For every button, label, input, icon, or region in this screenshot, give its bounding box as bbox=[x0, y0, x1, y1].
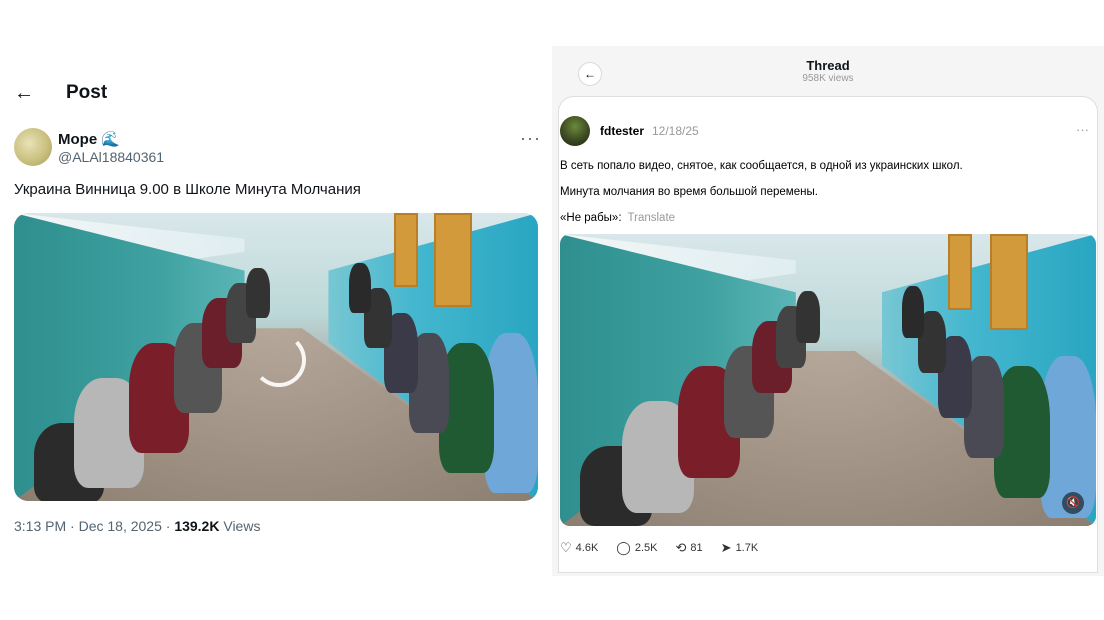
repost-icon: ⟲ bbox=[675, 540, 687, 555]
author-handle[interactable]: @ALAl18840361 bbox=[58, 149, 164, 165]
heart-icon: ♡ bbox=[560, 540, 572, 555]
post-video[interactable] bbox=[14, 213, 538, 501]
views-count: 139.2K bbox=[174, 518, 220, 534]
avatar[interactable] bbox=[14, 128, 52, 166]
avatar[interactable] bbox=[560, 116, 590, 146]
video-frame: 🔇 bbox=[560, 234, 1096, 526]
post-text-line-2: Минута молчания во время большой перемен… bbox=[560, 186, 818, 198]
x-post-panel: ← Post Море 🌊 @ALAl18840361 ··· Украина В… bbox=[0, 70, 548, 550]
post-meta: 3:13 PM · Dec 18, 2025 · 139.2K Views bbox=[14, 518, 260, 534]
speaker-muted-icon[interactable]: 🔇 bbox=[1062, 492, 1084, 514]
comment-button[interactable]: ◯ 2.5K bbox=[616, 540, 657, 556]
thread-title: Thread bbox=[806, 58, 850, 73]
post-time: 3:13 PM · Dec 18, 2025 · bbox=[14, 518, 175, 534]
author-name[interactable]: fdtester bbox=[600, 124, 644, 138]
author-name[interactable]: Море 🌊 bbox=[58, 130, 120, 148]
share-button[interactable]: ➤ 1.7K bbox=[721, 540, 759, 556]
wave-emoji-icon: 🌊 bbox=[101, 131, 120, 148]
comment-icon: ◯ bbox=[616, 540, 631, 555]
like-button[interactable]: ♡ 4.6K bbox=[560, 540, 598, 556]
comment-count: 2.5K bbox=[634, 542, 658, 554]
post-text-line-3: «Не рабы»: Translate bbox=[560, 212, 675, 224]
send-icon: ➤ bbox=[720, 540, 732, 555]
post-date[interactable]: 12/18/25 bbox=[652, 124, 699, 138]
views-label: Views bbox=[219, 518, 261, 534]
action-bar: ♡ 4.6K ◯ 2.5K ⟲ 81 ➤ 1.7K bbox=[560, 540, 758, 556]
share-count: 1.7K bbox=[735, 542, 759, 554]
post-video[interactable]: 🔇 bbox=[560, 234, 1096, 526]
more-icon[interactable]: ··· bbox=[520, 128, 541, 149]
repost-count: 81 bbox=[690, 542, 703, 554]
threads-panel: ← Thread 958K views fdtester 12/18/25 ··… bbox=[552, 46, 1104, 576]
more-icon[interactable]: ··· bbox=[1076, 122, 1089, 137]
translate-link[interactable]: Translate bbox=[628, 212, 676, 224]
loading-spinner-icon bbox=[252, 333, 306, 387]
page-title: Post bbox=[66, 82, 108, 103]
post-text-line-1: В сеть попало видео, снятое, как сообщае… bbox=[560, 160, 963, 172]
repost-button[interactable]: ⟲ 81 bbox=[676, 540, 703, 556]
like-count: 4.6K bbox=[575, 542, 599, 554]
quote-text: «Не рабы»: bbox=[560, 212, 622, 224]
post-text: Украина Винница 9.00 в Школе Минута Молч… bbox=[14, 181, 361, 198]
thread-views: 958K views bbox=[802, 73, 854, 84]
video-frame bbox=[14, 213, 538, 501]
author-name-text[interactable]: Море bbox=[58, 131, 97, 148]
back-arrow-icon[interactable]: ← bbox=[14, 82, 34, 105]
